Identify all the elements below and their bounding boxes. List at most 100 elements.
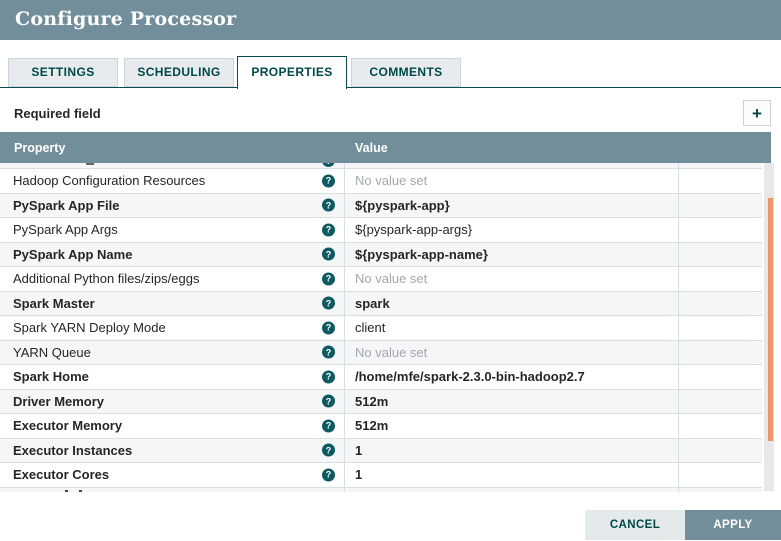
property-row[interactable]: Executor Instances? 1 (0, 438, 762, 463)
row-filler (679, 341, 762, 365)
property-name-cell: Driver Memory? (0, 389, 345, 413)
row-filler (679, 414, 762, 438)
help-icon[interactable]: ? (322, 321, 335, 335)
property-name: Hadoop Configuration Resources (13, 173, 206, 189)
tab-settings[interactable]: SETTINGS (8, 58, 118, 87)
row-filler (679, 439, 762, 463)
property-value[interactable]: client (345, 316, 679, 340)
property-row[interactable]: PySpark App Name? ${pyspark-app-name} (0, 242, 762, 267)
dialog-title: Configure Processor (15, 8, 237, 30)
property-row[interactable]: Executor Memory? 512m (0, 414, 762, 439)
row-filler (679, 365, 762, 389)
property-row[interactable]: Additional Python files/zips/eggs? No val… (0, 267, 762, 292)
row-filler (679, 169, 762, 193)
properties-table-body: ?Hadoop Configuration Resources?No value… (0, 163, 762, 492)
required-field-label: Required field (14, 106, 101, 121)
property-value[interactable] (345, 163, 679, 168)
property-name-cell: Spark Master? (0, 291, 345, 315)
help-icon[interactable]: ? (322, 468, 335, 482)
property-value[interactable]: 1 (345, 463, 679, 487)
property-name: PySpark App File (13, 197, 120, 213)
property-name: Spark YARN Deploy Mode (13, 320, 166, 336)
property-value[interactable]: ${pyspark-app-name} (345, 242, 679, 266)
property-value[interactable]: 1 (345, 438, 679, 462)
property-value[interactable] (345, 487, 679, 492)
property-value[interactable]: No value set (345, 340, 679, 364)
help-icon[interactable]: ? (322, 174, 335, 188)
row-filler (679, 243, 762, 267)
property-row[interactable]: Hadoop Configuration Resources? No value … (0, 169, 762, 194)
row-filler (679, 390, 762, 414)
property-name: Executor Memory (13, 418, 123, 434)
property-name-cell: Additional Python files/zips/eggs? (0, 267, 345, 291)
help-icon[interactable]: ? (322, 198, 335, 212)
tab-comments[interactable]: COMMENTS (351, 58, 461, 87)
row-filler (679, 488, 762, 493)
property-value[interactable]: ${pyspark-app} (345, 193, 679, 217)
help-icon[interactable]: ? (322, 443, 335, 457)
row-filler (679, 316, 762, 340)
add-property-button[interactable]: + (743, 100, 771, 126)
tab-scheduling[interactable]: SCHEDULING (124, 58, 234, 87)
property-row-clipped[interactable] (0, 487, 762, 493)
dialog-header: Configure Processor (0, 0, 781, 40)
help-icon[interactable]: ? (322, 394, 335, 408)
help-icon[interactable]: ? (322, 223, 335, 237)
property-value[interactable]: 512m (345, 389, 679, 413)
property-row[interactable]: YARN Queue? No value set (0, 340, 762, 365)
tab-properties[interactable]: PROPERTIES (237, 56, 347, 89)
vertical-scrollbar-thumb[interactable] (768, 198, 773, 441)
configure-processor-dialog: Configure Processor SETTINGS SCHEDULING … (0, 0, 781, 541)
property-row[interactable]: PySpark App File? ${pyspark-app} (0, 193, 762, 218)
property-name: YARN Queue (13, 344, 91, 360)
help-icon[interactable]: ? (322, 419, 335, 433)
property-name-cell: Spark YARN Deploy Mode? (0, 316, 345, 340)
vertical-scrollbar-track[interactable] (764, 163, 774, 491)
property-row[interactable]: Driver Memory? 512m (0, 389, 762, 414)
tab-underline (0, 87, 781, 88)
property-name: Executor Instances (13, 442, 133, 458)
property-name: PySpark App Args (13, 222, 118, 238)
property-name-cell: PySpark App Name? (0, 242, 345, 266)
property-row[interactable]: Spark YARN Deploy Mode? client (0, 316, 762, 341)
property-name-cell: Executor Cores? (0, 463, 345, 487)
property-name-cell: YARN Queue? (0, 340, 345, 364)
property-name-cell: ? (0, 163, 345, 168)
property-name: Driver Memory (13, 393, 105, 409)
property-row[interactable]: Spark Home?/home/mfe/spark-2.3.0-bin-had… (0, 365, 762, 390)
property-name: Spark Master (13, 295, 95, 311)
property-row[interactable]: Executor Cores? 1 (0, 463, 762, 488)
row-filler (679, 267, 762, 291)
help-icon[interactable]: ? (322, 296, 335, 310)
property-value[interactable]: 512m (345, 414, 679, 438)
table-header: Property Value (0, 132, 771, 163)
cancel-button[interactable]: CANCEL (585, 510, 685, 540)
row-filler (679, 292, 762, 316)
help-icon[interactable]: ? (322, 247, 335, 261)
column-header-value: Value (355, 140, 388, 155)
row-filler (679, 463, 762, 487)
property-name-cell (0, 487, 345, 492)
property-value[interactable]: ${pyspark-app-args} (345, 218, 679, 242)
help-icon[interactable]: ? (322, 370, 335, 384)
property-name: Additional Python files/zips/eggs (13, 271, 200, 287)
property-name-cell: Spark Home? (0, 365, 345, 389)
help-icon[interactable]: ? (322, 345, 335, 359)
property-value[interactable]: No value set (345, 267, 679, 291)
property-value[interactable]: /home/mfe/spark-2.3.0-bin-hadoop2.7 (345, 365, 679, 389)
property-name-cell: PySpark App File? (0, 193, 345, 217)
row-filler (679, 218, 762, 242)
property-row[interactable]: Spark Master? spark (0, 291, 762, 316)
property-value[interactable]: spark (345, 291, 679, 315)
property-name-cell: Hadoop Configuration Resources? (0, 169, 345, 193)
property-value[interactable]: No value set (345, 169, 679, 193)
property-name: Spark Home (13, 369, 89, 385)
property-name-cell: Executor Memory? (0, 414, 345, 438)
column-header-property: Property (14, 140, 66, 155)
property-row[interactable]: PySpark App Args? ${pyspark-app-args} (0, 218, 762, 243)
help-icon[interactable]: ? (322, 272, 335, 286)
apply-button[interactable]: APPLY (685, 510, 781, 540)
tab-bar: SETTINGS SCHEDULING PROPERTIES COMMENTS (0, 56, 781, 90)
property-name: PySpark App Name (13, 246, 133, 262)
help-icon[interactable]: ? (322, 163, 335, 167)
